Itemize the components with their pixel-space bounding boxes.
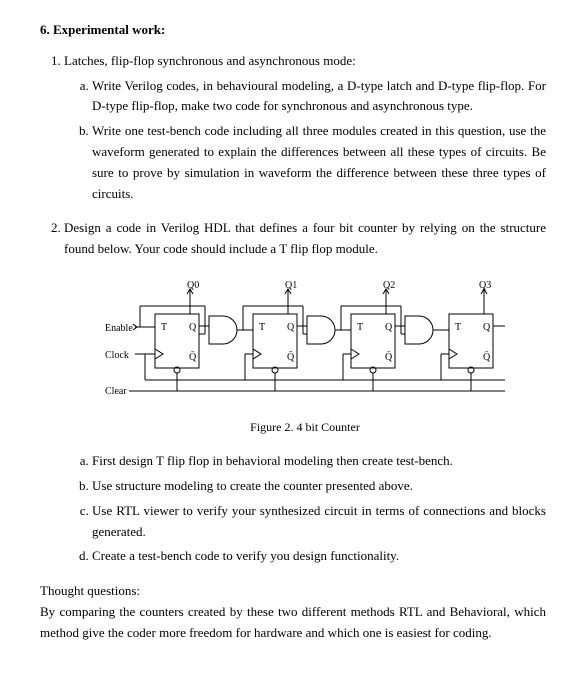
ff2: T Q Q̄ — [351, 314, 395, 373]
svg-text:Q̄: Q̄ — [483, 351, 491, 363]
svg-text:Q̄: Q̄ — [385, 351, 393, 363]
svg-text:T: T — [259, 322, 265, 333]
clock-label: Clock — [105, 350, 129, 361]
ff0: T Q Q̄ — [155, 314, 199, 373]
svg-text:Q: Q — [483, 322, 491, 333]
question-1: Latches, flip-flop synchronous and async… — [64, 51, 546, 205]
section-heading: 6. Experimental work: — [40, 20, 546, 41]
svg-text:Q: Q — [189, 322, 197, 333]
and1 — [307, 316, 335, 344]
q1-text: Latches, flip-flop synchronous and async… — [64, 53, 356, 68]
figure-caption: Figure 2. 4 bit Counter — [64, 418, 546, 437]
clear-label: Clear — [105, 386, 127, 397]
svg-text:Q̄: Q̄ — [189, 351, 197, 363]
figure-2: Enable Clock Clear Q0 Q1 Q2 Q3 T Q Q̄ — [64, 274, 546, 437]
ff3: T Q Q̄ — [449, 314, 493, 373]
enable-label: Enable — [105, 323, 133, 334]
q2-a: First design T flip flop in behavioral m… — [92, 451, 546, 472]
question-2: Design a code in Verilog HDL that define… — [64, 218, 546, 567]
and2 — [405, 316, 433, 344]
svg-text:Q̄: Q̄ — [287, 351, 295, 363]
thought-title: Thought questions: — [40, 581, 546, 602]
counter-diagram: Enable Clock Clear Q0 Q1 Q2 Q3 T Q Q̄ — [95, 274, 515, 414]
q1-b: Write one test-bench code including all … — [92, 121, 546, 204]
q2-c: Use RTL viewer to verify your synthesize… — [92, 501, 546, 543]
q2-d: Create a test-bench code to verify you d… — [92, 546, 546, 567]
ff1: T Q Q̄ — [253, 314, 297, 373]
svg-text:T: T — [455, 322, 461, 333]
q2-label: Q2 — [383, 280, 395, 291]
and0 — [209, 316, 237, 344]
svg-text:T: T — [161, 322, 167, 333]
q1-label: Q1 — [285, 280, 297, 291]
svg-text:Q: Q — [385, 322, 393, 333]
q1-a: Write Verilog codes, in behavioural mode… — [92, 76, 546, 118]
section-number: 6. — [40, 22, 50, 37]
q0-label: Q0 — [187, 280, 199, 291]
svg-text:T: T — [357, 322, 363, 333]
svg-text:Q: Q — [287, 322, 295, 333]
section-title-text: Experimental work: — [53, 22, 165, 37]
q2-b: Use structure modeling to create the cou… — [92, 476, 546, 497]
thought-body: By comparing the counters created by the… — [40, 602, 546, 644]
q3-label: Q3 — [479, 280, 491, 291]
q2-text: Design a code in Verilog HDL that define… — [64, 220, 546, 256]
